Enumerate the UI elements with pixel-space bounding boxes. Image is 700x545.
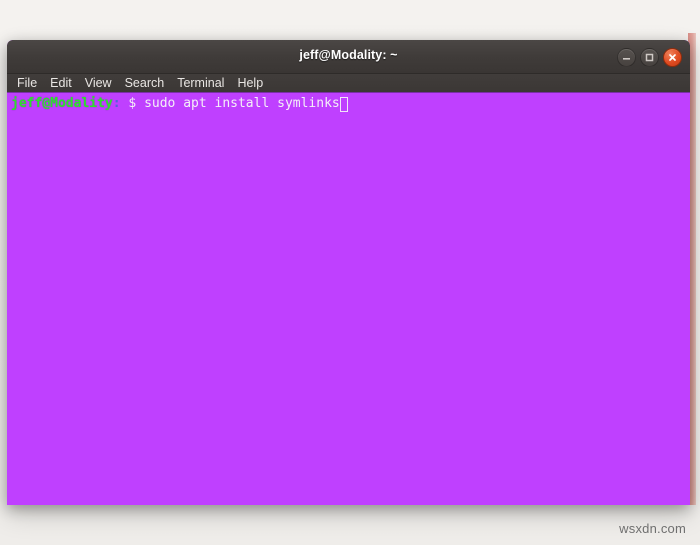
maximize-button[interactable] [640,48,659,67]
watermark-label: wsxdn.com [619,521,686,536]
prompt-colon: : [112,96,121,111]
window-title: jeff@Modality: ~ [299,48,398,62]
maximize-icon [645,53,654,62]
minimize-icon [622,53,631,62]
menu-item-search[interactable]: Search [125,74,165,92]
menu-item-terminal[interactable]: Terminal [177,74,224,92]
menu-item-file[interactable]: File [17,74,37,92]
window-titlebar[interactable]: jeff@Modality: ~ [7,40,690,74]
terminal-cursor [339,96,348,112]
prompt-user-host: jeff@Modality [11,96,113,111]
minimize-button[interactable] [617,48,636,67]
terminal-output-area[interactable]: jeff@Modality: $ sudo apt install symlin… [7,93,690,505]
menubar: File Edit View Search Terminal Help [7,74,690,94]
menu-item-edit[interactable]: Edit [50,74,72,92]
menu-item-help[interactable]: Help [237,74,263,92]
terminal-window[interactable]: jeff@Modality: ~ File Edit View Search T… [7,40,690,505]
window-controls [617,48,682,67]
prompt-symbol: $ [120,96,145,111]
menu-item-view[interactable]: View [85,74,112,92]
terminal-command-text: sudo apt install symlinks [144,96,340,111]
close-icon [668,53,677,62]
close-button[interactable] [663,48,682,67]
terminal-prompt-line: jeff@Modality: $ sudo apt install symlin… [11,96,690,112]
